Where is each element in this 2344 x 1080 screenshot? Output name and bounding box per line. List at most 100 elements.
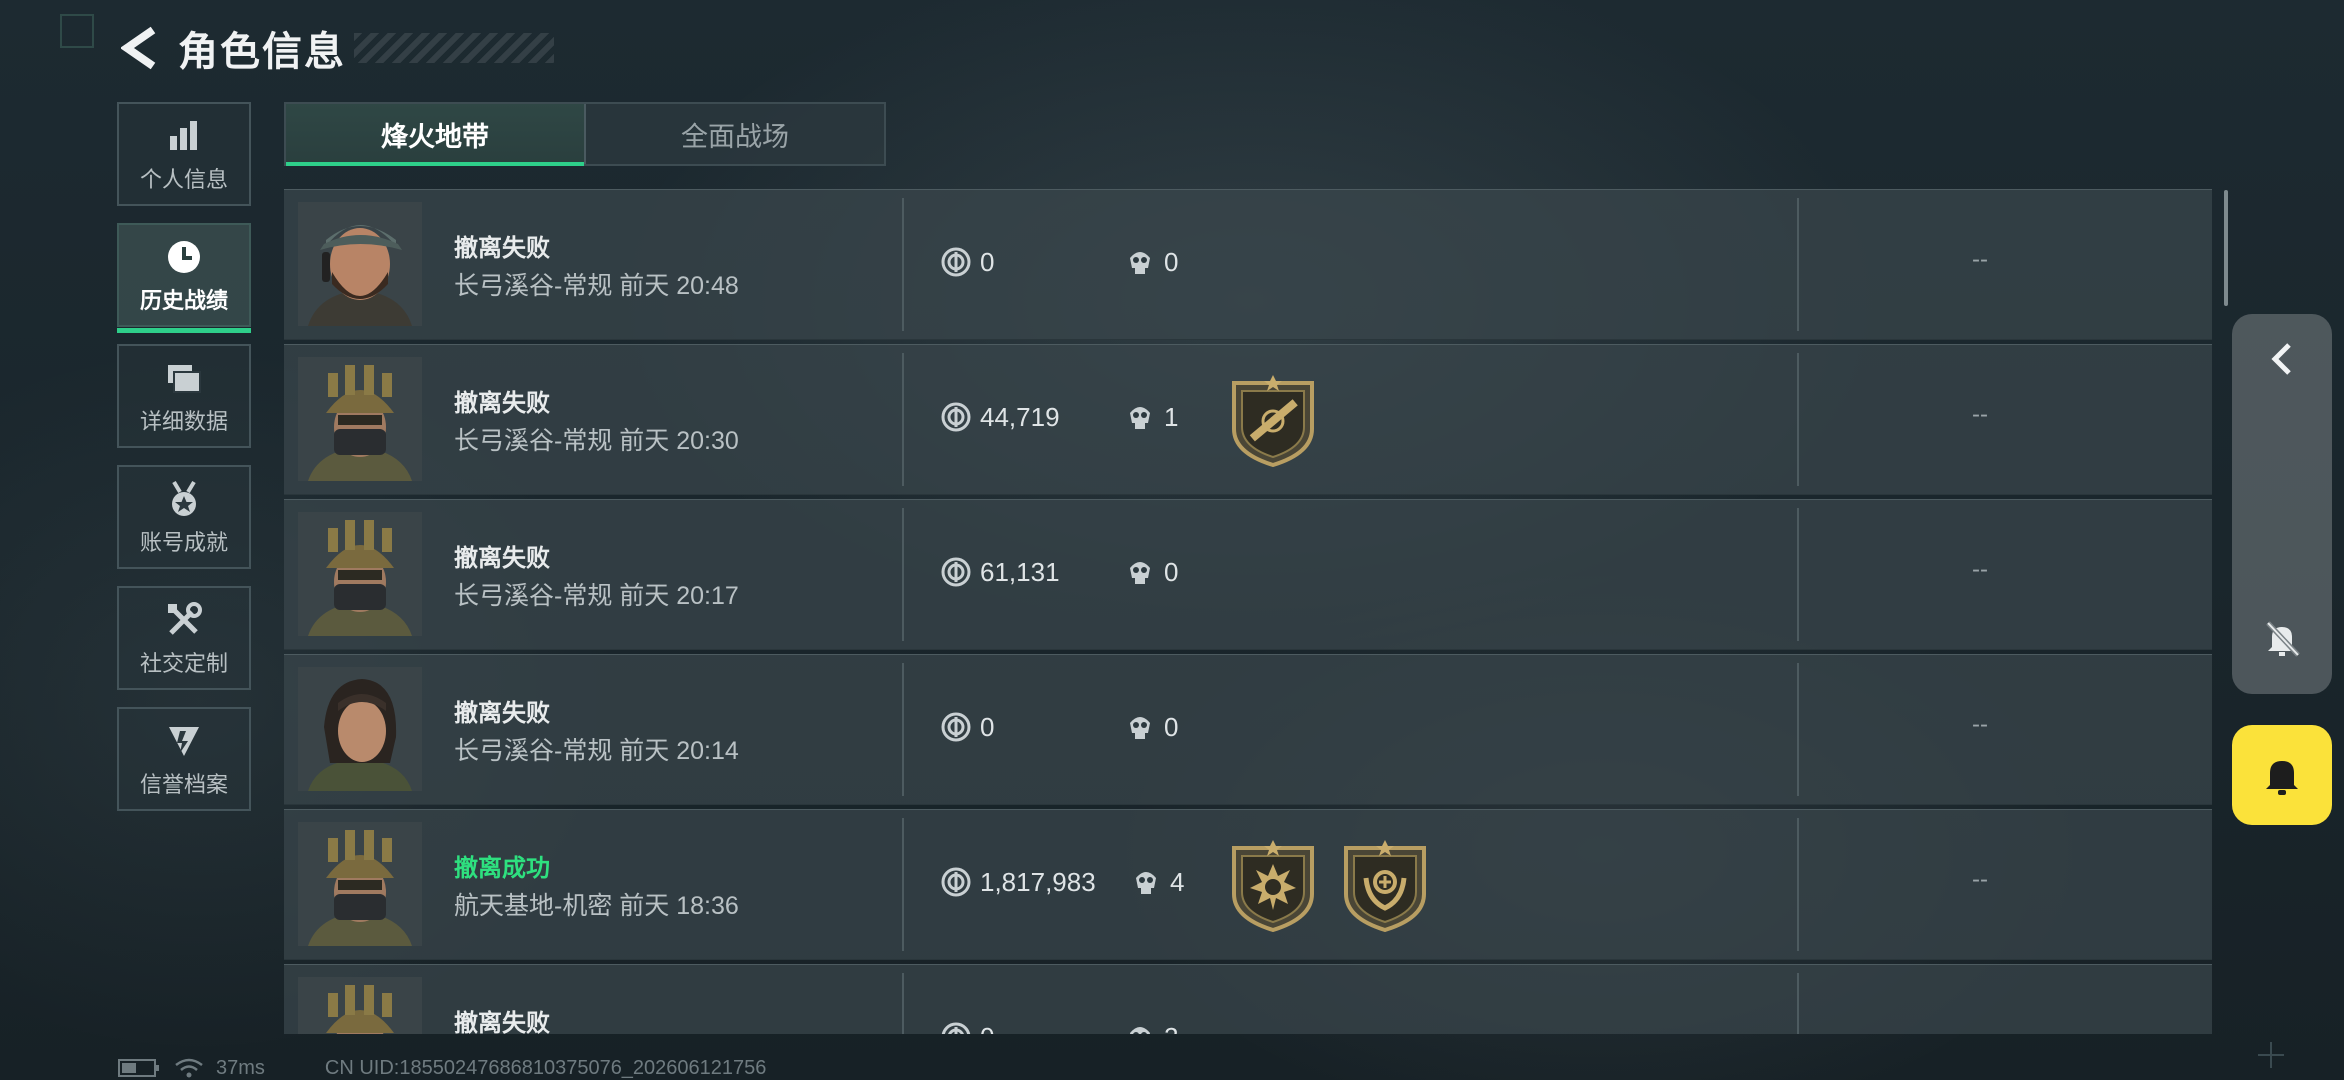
score-placeholder: -- [1972, 1021, 1988, 1034]
tab-warfare-zone[interactable]: 烽火地带 [286, 104, 584, 166]
match-history-list[interactable]: 撤离失败 长弓溪谷-常规 前天 20:48 0 0 -- 撤离失败 长弓溪谷-常… [284, 189, 2212, 1034]
operator-avatar [298, 667, 422, 791]
money-stat: 0 [940, 1021, 994, 1034]
bar-chart-icon [162, 114, 206, 158]
money-stat: 61,131 [940, 556, 1060, 588]
kill-value: 4 [1170, 866, 1185, 897]
notification-button[interactable] [2232, 725, 2332, 825]
clock-icon [162, 235, 206, 279]
divider [902, 508, 904, 641]
badge-list [1228, 373, 1340, 467]
divider [902, 818, 904, 951]
skull-icon [1130, 717, 1150, 739]
wifi-icon [175, 1058, 203, 1078]
title-decoration [354, 33, 554, 63]
kill-stat: 1 [1124, 401, 1178, 433]
score-placeholder: -- [1972, 711, 1988, 738]
map-time-text: 航天基地-机密 前天 18:36 [454, 892, 739, 920]
result-text: 撤离失败 [454, 700, 550, 727]
operator-avatar [298, 822, 422, 946]
nav-label: 信誉档案 [139, 772, 228, 797]
money-value: 61,131 [980, 556, 1060, 587]
match-row[interactable]: 撤离成功 航天基地-机密 前天 18:36 1,817,983 4 -- [284, 809, 2212, 960]
skull-icon [1130, 407, 1150, 429]
divider [1797, 508, 1799, 641]
money-value: 0 [980, 246, 995, 277]
back-button[interactable] [118, 22, 162, 74]
divider [902, 198, 904, 331]
nav-item-personal-info[interactable]: 个人信息 [117, 102, 251, 206]
mode-tabs: 烽火地带 全面战场 [284, 102, 886, 166]
page-title: 角色信息 [178, 30, 346, 74]
nav-item-match-history[interactable]: 历史战绩 [117, 223, 251, 333]
page-header: 角色信息 [118, 22, 554, 74]
money-value: 44,719 [980, 401, 1060, 432]
map-time-text: 长弓溪谷-常规 前天 20:14 [454, 737, 739, 765]
back-arrow-icon [121, 26, 156, 70]
match-row[interactable]: 撤离失败 长弓溪谷-常规 前天 20:17 61,131 0 -- [284, 499, 2212, 650]
divider [1797, 353, 1799, 486]
result-text: 撤离失败 [454, 390, 550, 417]
money-value: 1,817,983 [980, 866, 1096, 897]
score-placeholder: -- [1972, 866, 1988, 893]
uid-text: CN UID:18550247686810375076_202606121756 [324, 1056, 767, 1079]
crosshair-icon [2258, 1042, 2284, 1068]
folders-icon [162, 356, 206, 400]
divider [902, 663, 904, 796]
kill-value: 0 [1164, 246, 1179, 277]
match-row[interactable]: 撤离失败 长弓溪谷-常规 前天 20:30 44,719 1 -- [284, 344, 2212, 495]
mute-bell-icon [2266, 621, 2300, 657]
nav-label: 社交定制 [139, 651, 228, 676]
skull-icon [1130, 562, 1150, 584]
collapse-button[interactable] [2232, 324, 2332, 394]
laurel-badge-icon[interactable] [1340, 838, 1430, 932]
kill-stat: 4 [1130, 866, 1184, 898]
nav-item-social-custom[interactable]: 社交定制 [117, 586, 251, 690]
nav-label: 历史战绩 [139, 288, 228, 313]
nav-label: 个人信息 [139, 167, 228, 192]
kill-stat: 0 [1124, 556, 1178, 588]
result-text: 撤离成功 [454, 855, 550, 882]
match-row[interactable]: 撤离失败 长弓溪谷-常规 前天 20:14 0 0 -- [284, 654, 2212, 805]
sniper-badge-icon[interactable] [1228, 373, 1318, 467]
nav-item-credit-profile[interactable]: 信誉档案 [117, 707, 251, 811]
mute-button[interactable] [2232, 604, 2332, 674]
latency-text: 37ms [216, 1056, 265, 1079]
emblem-icon [162, 719, 206, 763]
nav-item-detailed-data[interactable]: 详细数据 [117, 344, 251, 448]
kill-stat: 0 [1124, 246, 1178, 278]
kill-value: 0 [1164, 556, 1179, 587]
nav-label: 详细数据 [139, 409, 228, 434]
kill-stat: 0 [1124, 711, 1178, 743]
score-placeholder: -- [1972, 246, 1988, 273]
skull-icon [1136, 872, 1156, 894]
status-bar: 37ms CN UID:18550247686810375076_2026061… [118, 1056, 766, 1080]
result-text: 撤离失败 [454, 545, 550, 572]
money-stat: 44,719 [940, 401, 1060, 433]
match-row[interactable]: 撤离失败 长弓溪谷-常规 前天 20:48 0 0 -- [284, 189, 2212, 340]
skull-icon [1130, 1027, 1150, 1034]
divider [902, 973, 904, 1034]
coin-icon [941, 557, 971, 587]
map-time-text: 长弓溪谷-常规 前天 20:48 [454, 272, 739, 300]
corner-frame [60, 14, 94, 48]
money-stat: 1,817,983 [940, 866, 1096, 898]
coin-icon [941, 1022, 971, 1034]
nav-label: 账号成就 [139, 530, 228, 555]
divider [1797, 818, 1799, 951]
match-row[interactable]: 撤离失败 0 2 -- [284, 964, 2212, 1034]
kill-value: 0 [1164, 711, 1179, 742]
money-value: 0 [980, 711, 995, 742]
bell-icon [2266, 761, 2298, 795]
nav-item-achievements[interactable]: 账号成就 [117, 465, 251, 569]
skull-star-badge-icon[interactable] [1228, 838, 1318, 932]
skull-icon [1130, 252, 1150, 274]
divider [902, 353, 904, 486]
map-time-text: 长弓溪谷-常规 前天 20:17 [454, 582, 739, 610]
money-stat: 0 [940, 246, 994, 278]
battery-icon [118, 1059, 159, 1077]
tab-full-battlefield[interactable]: 全面战场 [584, 104, 884, 164]
operator-avatar [298, 977, 422, 1034]
list-scrollbar[interactable] [2224, 190, 2228, 306]
map-time-text: 长弓溪谷-常规 前天 20:30 [454, 427, 739, 455]
